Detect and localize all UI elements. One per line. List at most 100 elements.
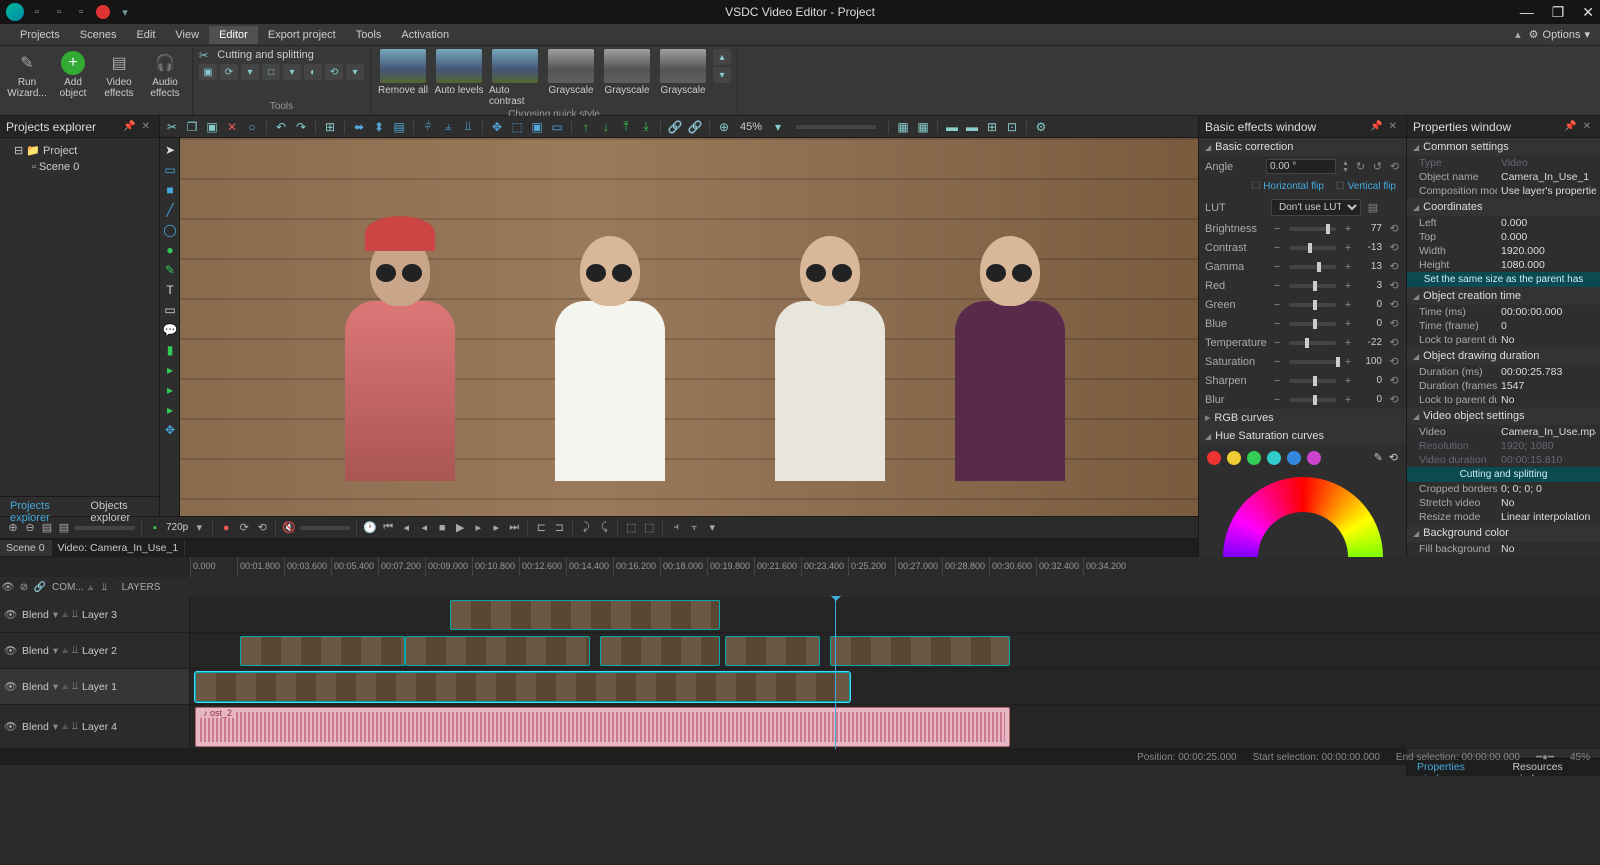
hue-dot-green[interactable] [1247, 451, 1261, 465]
eye-icon[interactable]: 👁 [4, 720, 18, 733]
distribute-icon[interactable]: ⫨ [440, 119, 456, 135]
video-head[interactable]: Video object settings [1407, 407, 1600, 425]
style-grayscale3[interactable]: Grayscale [657, 49, 709, 96]
audio-icon[interactable]: ⫨ [88, 582, 102, 593]
styles-up-icon[interactable]: ▴ [713, 49, 731, 65]
tool-btn[interactable]: □ [262, 64, 280, 80]
track[interactable] [190, 669, 1600, 704]
menu-view[interactable]: View [165, 26, 209, 44]
spinner-down-icon[interactable]: ▼ [1342, 167, 1349, 174]
prop-row[interactable]: Duration (ms)00:00:25.783 [1407, 365, 1600, 379]
common-settings-head[interactable]: Common settings [1407, 138, 1600, 156]
wave-icon[interactable]: ⫫ [72, 608, 78, 621]
split-icon[interactable]: ⫞ [669, 521, 683, 535]
scene-cell[interactable]: Scene 0 [0, 540, 52, 556]
reset-icon[interactable]: ⟲ [1388, 374, 1400, 387]
slider-track[interactable] [1289, 265, 1336, 269]
prop-row[interactable]: Width1920.000 [1407, 244, 1600, 258]
close-panel-icon[interactable]: ✕ [1389, 121, 1397, 132]
styles-down-icon[interactable]: ▾ [713, 67, 731, 83]
prop-row[interactable]: Height1080.000 [1407, 258, 1600, 272]
mute-icon[interactable]: 🔇 [282, 521, 296, 535]
zoom-value[interactable]: 45% [736, 121, 766, 133]
layout-icon[interactable]: ▦ [895, 119, 911, 135]
plus-icon[interactable]: + [1342, 223, 1354, 235]
audio-icon[interactable]: ⫨ [62, 644, 68, 657]
track-icon[interactable]: ▤ [40, 521, 54, 535]
cut-icon[interactable]: ✂ [164, 119, 180, 135]
menu-projects[interactable]: Projects [10, 26, 70, 44]
slider-track[interactable] [1289, 227, 1336, 231]
prev-icon[interactable]: ◂ [417, 521, 431, 535]
same-size-action[interactable]: Set the same size as the parent has [1407, 272, 1600, 287]
minus-icon[interactable]: − [1271, 242, 1283, 254]
slider-icon[interactable]: ━●━ [1536, 752, 1554, 763]
link-icon[interactable]: 🔗 [32, 582, 48, 593]
loop-icon[interactable]: ⟲ [255, 521, 269, 535]
tree-scene[interactable]: ▫ Scene 0 [4, 159, 155, 175]
target-icon[interactable]: ⊕ [716, 119, 732, 135]
minus-icon[interactable]: − [1271, 356, 1283, 368]
prop-row[interactable]: Time (frame)0 [1407, 319, 1600, 333]
slider-track[interactable] [1289, 284, 1336, 288]
style-grayscale2[interactable]: Grayscale [601, 49, 653, 96]
hue-dot-blue[interactable] [1287, 451, 1301, 465]
plus-icon[interactable]: + [1342, 356, 1354, 368]
track[interactable] [190, 633, 1600, 668]
eye-icon[interactable]: 👁 [4, 644, 18, 657]
audio-icon[interactable]: ⫨ [62, 608, 68, 621]
settings-icon[interactable]: ⚙ [1033, 119, 1049, 135]
tool-btn[interactable]: ▾ [346, 64, 364, 80]
audio-clip[interactable]: ♪ ost_2 [195, 707, 1010, 747]
slider-track[interactable] [1289, 246, 1336, 250]
video-clip[interactable] [450, 600, 720, 630]
snap-icon[interactable]: ⬚ [642, 521, 656, 535]
loop-icon[interactable]: ⟳ [237, 521, 251, 535]
prop-row[interactable]: Video duration00:00:15.810 [1407, 453, 1600, 467]
rgb-curves-head[interactable]: RGB curves [1199, 409, 1406, 427]
creation-head[interactable]: Object creation time [1407, 287, 1600, 305]
audio-icon[interactable]: ⫨ [62, 720, 68, 733]
grid-icon[interactable]: ⊞ [322, 119, 338, 135]
view-icon[interactable]: ▬ [964, 119, 980, 135]
ellipse-tool-icon[interactable]: ◯ [162, 222, 178, 238]
play-tool-icon[interactable]: ▸ [162, 362, 178, 378]
view-icon[interactable]: ▬ [944, 119, 960, 135]
minus-icon[interactable]: − [1271, 223, 1283, 235]
plus-icon[interactable]: + [1342, 299, 1354, 311]
tool-btn[interactable]: ▣ [199, 64, 217, 80]
wave-icon[interactable]: ⫫ [72, 680, 78, 693]
prev-frame-icon[interactable]: ◂ [399, 521, 413, 535]
angle-input[interactable] [1266, 159, 1336, 174]
reset-icon[interactable]: ⟲ [1388, 336, 1400, 349]
layer-name[interactable]: Layer 2 [82, 645, 117, 657]
jump-icon[interactable]: ⤸ [579, 521, 593, 535]
playhead[interactable] [835, 597, 836, 749]
plus-icon[interactable]: + [1342, 318, 1354, 330]
text-tool-icon[interactable]: T [162, 282, 178, 298]
prop-row[interactable]: VideoCamera_In_Use.mp4 [1407, 425, 1600, 439]
minus-icon[interactable]: − [1271, 261, 1283, 273]
plus-icon[interactable]: + [1342, 375, 1354, 387]
eye-icon[interactable]: 👁 [4, 680, 18, 693]
plus-icon[interactable]: + [1342, 280, 1354, 292]
minimize-button[interactable]: — [1520, 4, 1534, 21]
pointer-tool-icon[interactable]: ➤ [162, 142, 178, 158]
reset-icon[interactable]: ⟲ [1388, 241, 1400, 254]
rotate-cw-icon[interactable]: ↻ [1355, 160, 1366, 173]
plus-icon[interactable]: + [1342, 242, 1354, 254]
resize-icon[interactable]: ⬚ [509, 119, 525, 135]
reset-icon[interactable]: ⟲ [1388, 317, 1400, 330]
plus-icon[interactable]: + [1342, 261, 1354, 273]
track[interactable]: ♪ ost_2 [190, 705, 1600, 748]
reset-icon[interactable]: ⟲ [1388, 222, 1400, 235]
reset-icon[interactable]: ⟲ [1388, 298, 1400, 311]
reset-icon[interactable]: ⟲ [1389, 160, 1400, 173]
eye-icon[interactable]: 👁 [4, 608, 18, 621]
comment-tool-icon[interactable]: 💬 [162, 322, 178, 338]
menu-export[interactable]: Export project [258, 26, 346, 44]
redo-icon[interactable]: ↷ [293, 119, 309, 135]
menu-caret-icon[interactable]: ▴ [1515, 28, 1521, 41]
minus-icon[interactable]: − [1271, 375, 1283, 387]
prop-row[interactable]: Lock to parent durNo [1407, 393, 1600, 407]
